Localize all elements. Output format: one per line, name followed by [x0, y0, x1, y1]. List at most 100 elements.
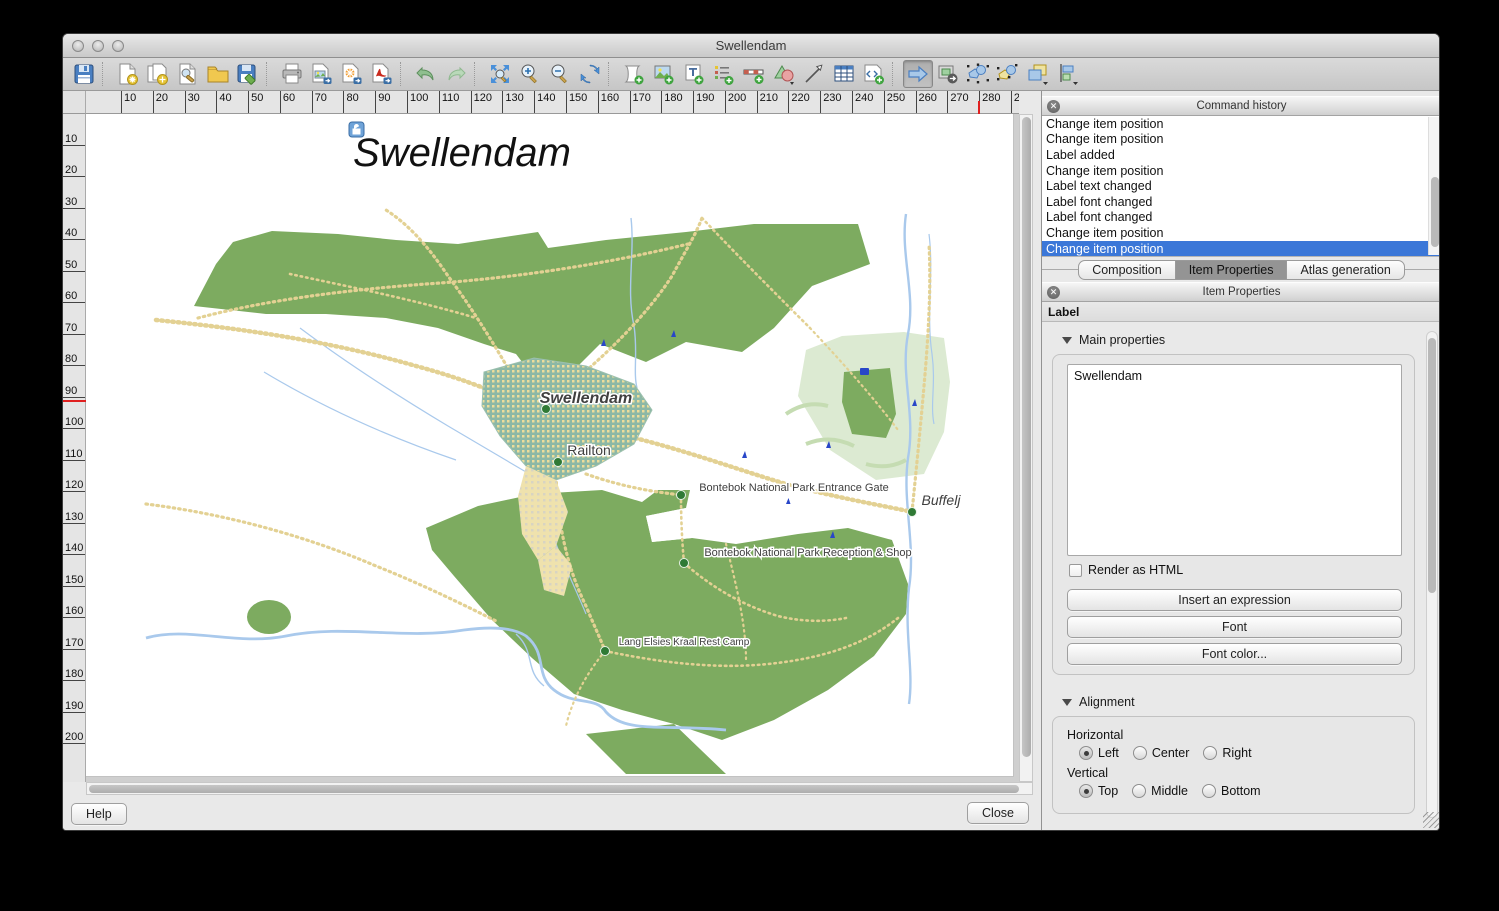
vruler-tick-label: 110 [63, 429, 85, 461]
composition-manager-icon[interactable] [173, 60, 203, 88]
undo-icon[interactable] [411, 60, 441, 88]
close-button[interactable]: Close [967, 802, 1029, 824]
map-label-swellendam: Swellendam [540, 390, 632, 407]
raise-items-icon[interactable] [1023, 60, 1053, 88]
radio-bottom[interactable]: Bottom [1202, 784, 1261, 798]
vruler-tick-label: 90 [63, 366, 85, 398]
composer-canvas-pane: 1020304050607080901001101201301401501601… [63, 91, 1033, 830]
history-item-selected[interactable]: Change item position [1042, 241, 1440, 257]
help-button[interactable]: Help [71, 803, 127, 825]
zoom-window-icon[interactable] [112, 40, 124, 52]
title-label-item[interactable]: Swellendam [349, 122, 571, 175]
toolbar-separator [102, 62, 110, 86]
composition-page[interactable]: Swellendam Railton Bontebok National Par… [86, 114, 1013, 776]
add-shape-icon[interactable] [769, 60, 799, 88]
new-composition-icon[interactable] [113, 60, 143, 88]
add-attribute-table-icon[interactable] [829, 60, 859, 88]
map-label-railton: Railton [567, 442, 611, 458]
radio-middle[interactable]: Middle [1132, 784, 1188, 798]
export-pdf-icon[interactable] [367, 60, 397, 88]
ungroup-items-icon[interactable] [993, 60, 1023, 88]
composition-canvas[interactable]: Swellendam Railton Bontebok National Par… [86, 114, 1019, 782]
close-panel-icon[interactable]: ✕ [1047, 100, 1060, 113]
render-as-html-checkbox[interactable] [1069, 564, 1082, 577]
select-move-item-icon[interactable] [903, 60, 933, 88]
add-map-icon[interactable] [619, 60, 649, 88]
composition-title-text[interactable]: Swellendam [353, 131, 571, 175]
export-svg-icon[interactable] [337, 60, 367, 88]
font-color-button[interactable]: Font color... [1067, 643, 1402, 665]
duplicate-composition-icon[interactable] [143, 60, 173, 88]
history-scrollbar[interactable] [1428, 117, 1440, 255]
refresh-view-icon[interactable] [575, 60, 605, 88]
hruler-tick-label: 70 [312, 91, 344, 113]
hruler-tick-label: 250 [884, 91, 916, 113]
item-properties-title: Item Properties [1203, 286, 1281, 298]
add-image-icon[interactable] [649, 60, 679, 88]
zoom-in-icon[interactable] [515, 60, 545, 88]
minimize-window-icon[interactable] [92, 40, 104, 52]
hruler-tick-label: 200 [725, 91, 757, 113]
hruler-tick-label: 290 [1011, 91, 1019, 113]
save-project-icon[interactable] [69, 60, 99, 88]
tab-item-properties[interactable]: Item Properties [1175, 260, 1287, 280]
map-label-reception-shop: Bontebok National Park Reception & Shop [704, 547, 911, 559]
canvas-horizontal-scrollbar[interactable] [86, 782, 1033, 795]
map-label-buffeljags: Buffelj [922, 492, 962, 508]
item-properties-scrollbar[interactable] [1426, 331, 1438, 818]
tab-atlas-generation[interactable]: Atlas generation [1286, 260, 1404, 280]
zoom-full-icon[interactable] [485, 60, 515, 88]
radio-center[interactable]: Center [1133, 746, 1190, 760]
history-item[interactable]: Change item position [1042, 116, 1440, 132]
hruler-tick-label: 230 [820, 91, 852, 113]
font-button[interactable]: Font [1067, 616, 1402, 638]
insert-expression-button[interactable]: Insert an expression [1067, 589, 1402, 611]
horizontal-alignment-radios: Left Center Right [1079, 746, 1400, 760]
hruler-tick-label: 190 [693, 91, 725, 113]
add-legend-icon[interactable] [709, 60, 739, 88]
add-html-icon[interactable] [859, 60, 889, 88]
radio-top[interactable]: Top [1079, 784, 1118, 798]
zoom-out-icon[interactable] [545, 60, 575, 88]
hruler-tick-label: 280 [979, 91, 1011, 113]
vertical-ruler: 1020304050607080901001101201301401501601… [63, 114, 86, 782]
canvas-vertical-scrollbar[interactable] [1019, 114, 1033, 782]
radio-right[interactable]: Right [1203, 746, 1251, 760]
history-item[interactable]: Change item position [1042, 225, 1440, 241]
add-arrow-icon[interactable] [799, 60, 829, 88]
label-text-input[interactable]: Swellendam [1067, 364, 1402, 556]
radio-left[interactable]: Left [1079, 746, 1119, 760]
history-item[interactable]: Label text changed [1042, 178, 1440, 194]
add-label-icon[interactable] [679, 60, 709, 88]
history-item[interactable]: Change item position [1042, 163, 1440, 179]
history-item[interactable]: Label font changed [1042, 210, 1440, 226]
load-template-icon[interactable] [203, 60, 233, 88]
history-item[interactable]: Label added [1042, 147, 1440, 163]
horizontal-label: Horizontal [1067, 728, 1400, 742]
right-dock-panel: ✕ Command history Change item position C… [1041, 91, 1440, 830]
export-image-icon[interactable] [307, 60, 337, 88]
vruler-tick-label: 10 [63, 114, 85, 146]
tab-composition[interactable]: Composition [1078, 260, 1174, 280]
print-icon[interactable] [277, 60, 307, 88]
alignment-heading[interactable]: Alignment [1062, 695, 1440, 709]
window-resize-grip[interactable] [1423, 812, 1439, 828]
map-item[interactable]: Swellendam Railton Bontebok National Par… [86, 114, 1013, 776]
command-history-list[interactable]: Change item position Change item positio… [1042, 116, 1440, 257]
close-panel-icon[interactable]: ✕ [1047, 286, 1060, 299]
save-as-template-icon[interactable] [233, 60, 263, 88]
add-scalebar-icon[interactable] [739, 60, 769, 88]
hruler-tick-label: 90 [375, 91, 407, 113]
main-properties-group: Swellendam Render as HTML Insert an expr… [1052, 354, 1415, 675]
history-item[interactable]: Label font changed [1042, 194, 1440, 210]
hruler-tick-label: 220 [788, 91, 820, 113]
command-history-title: Command history [1196, 100, 1286, 112]
titlebar[interactable]: Swellendam [63, 34, 1439, 58]
redo-icon[interactable] [441, 60, 471, 88]
group-items-icon[interactable] [963, 60, 993, 88]
align-items-icon[interactable] [1053, 60, 1083, 88]
history-item[interactable]: Change item position [1042, 132, 1440, 148]
main-properties-heading[interactable]: Main properties [1062, 333, 1440, 347]
move-item-content-icon[interactable] [933, 60, 963, 88]
close-window-icon[interactable] [72, 40, 84, 52]
